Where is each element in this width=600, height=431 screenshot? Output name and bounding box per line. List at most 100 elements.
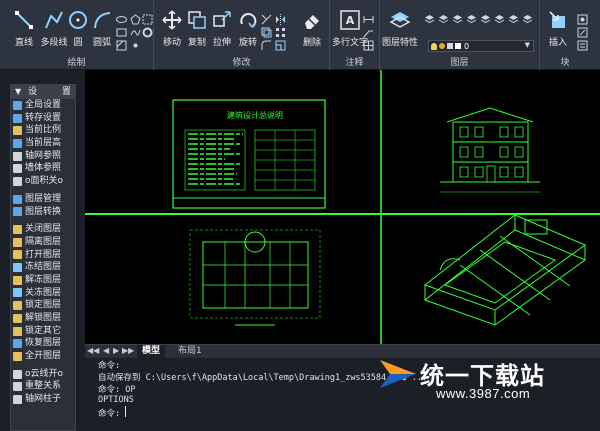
tab-next-icon[interactable]: ▶	[113, 346, 119, 355]
palette-item-label: 解锁图层	[25, 313, 62, 323]
palette-item[interactable]: 当前比例	[11, 124, 75, 137]
stretch-icon	[213, 11, 231, 27]
palette-item-label: 解冻图层	[25, 274, 62, 285]
insert-block-button[interactable]: 插入	[544, 10, 572, 48]
palette-item-label: 图层管理	[25, 193, 62, 204]
palette-item[interactable]: 锁定图层	[11, 299, 75, 312]
point-button[interactable]	[130, 40, 141, 51]
hatch-icon	[116, 40, 127, 51]
erase-button[interactable]: 删除	[298, 10, 326, 48]
ellipse-icon	[116, 16, 127, 23]
region-icon	[142, 14, 153, 25]
palette-item[interactable]: 关冻图层	[11, 287, 75, 300]
array-icon	[276, 28, 285, 37]
command-prompt: 命令:	[98, 409, 121, 419]
mirror-button[interactable]	[275, 14, 286, 25]
command-history-line: OPTIONS	[98, 395, 134, 405]
palette-item[interactable]: 隔离图层	[11, 236, 75, 249]
mtext-button[interactable]: A 多行文字	[332, 10, 368, 48]
palette-item[interactable]: 墙体参照	[11, 162, 75, 175]
layer-tool-8-button[interactable]	[522, 14, 533, 25]
block-edit-button[interactable]	[577, 27, 588, 38]
erase-label: 删除	[302, 38, 321, 48]
region-button[interactable]	[142, 14, 153, 25]
tab-model[interactable]: 模型	[137, 345, 166, 358]
layer-tool-6-button[interactable]	[494, 14, 505, 25]
tab-layout1[interactable]: 布局1	[173, 345, 207, 358]
panel-annotate: A 多行文字 注释	[330, 0, 380, 70]
ellipse-button[interactable]	[116, 14, 127, 25]
leader-button[interactable]	[363, 27, 374, 38]
command-history-line: 命令:	[98, 361, 121, 371]
table-button[interactable]	[363, 40, 374, 51]
drawing-canvas[interactable]: 建筑设计总说明	[85, 70, 600, 344]
palette-item[interactable]: 恢复图层	[11, 337, 75, 350]
block-create-button[interactable]	[577, 14, 588, 25]
block-attribute-button[interactable]	[577, 40, 588, 51]
trim-button[interactable]	[261, 14, 272, 25]
settings-icon	[13, 100, 22, 110]
layer-tool-4-button[interactable]	[466, 14, 477, 25]
current-layer-name: 0	[464, 41, 470, 51]
palette-item[interactable]: 转存设置	[11, 112, 75, 125]
tools-palette: ▼ 设 置 全局设置 转存设置 当前比例 当前层高 轴网参照 墙体参照 o面积关o 图层管理图…	[10, 84, 76, 431]
palette-item[interactable]: 轴网柱子	[11, 393, 75, 406]
column-icon	[13, 394, 22, 404]
fillet-button[interactable]	[261, 40, 272, 51]
palette-item[interactable]: o面积关o	[11, 175, 75, 188]
rectangle-button[interactable]	[116, 27, 127, 38]
palette-item[interactable]: 图层管理	[11, 193, 75, 206]
watermark-url: www.3987.com	[436, 386, 531, 401]
layer-tool-7-button[interactable]	[508, 14, 519, 25]
panel-annotate-title: 注释	[345, 58, 364, 68]
palette-item[interactable]: 图层转换	[11, 206, 75, 219]
palette-item-label: 恢复图层	[25, 338, 62, 349]
palette-item[interactable]: 关闭图层	[11, 223, 75, 236]
palette-item[interactable]: 轴网参照	[11, 150, 75, 163]
polygon-button[interactable]	[130, 14, 141, 25]
drawing-graphics: 建筑设计总说明	[85, 70, 600, 344]
layer-tool-3-button[interactable]	[452, 14, 463, 25]
area-icon	[13, 176, 22, 186]
tab-first-icon[interactable]: ◀◀	[87, 346, 99, 355]
palette-item[interactable]: 当前层高	[11, 137, 75, 150]
palette-item-label: 重整关系	[25, 381, 62, 392]
revcloud-icon	[13, 369, 22, 379]
layer-tool-2-button[interactable]	[438, 14, 449, 25]
layer-freeze-icon	[494, 15, 505, 24]
palette-item[interactable]: 冻结图层	[11, 261, 75, 274]
line-icon	[15, 11, 33, 29]
palette-item-label: 锁定其它	[25, 325, 62, 336]
palette-item[interactable]: o云线开o	[11, 368, 75, 381]
palette-item[interactable]: 全局设置	[11, 99, 75, 112]
palette-item[interactable]: 解锁图层	[11, 312, 75, 325]
hatch-button[interactable]	[116, 40, 127, 51]
tab-last-icon[interactable]: ▶▶	[122, 346, 134, 355]
spline-button[interactable]	[130, 27, 141, 38]
palette-item-label: 转存设置	[25, 112, 62, 123]
palette-item[interactable]: 打开图层	[11, 249, 75, 262]
palette-item[interactable]: 重整关系	[11, 380, 75, 393]
offset-button[interactable]	[261, 27, 272, 38]
lock-others-icon	[13, 326, 22, 336]
palette-arrow-icon: ▼	[15, 87, 23, 96]
palette-item[interactable]: 全开图层	[11, 350, 75, 363]
rotate-button[interactable]: 旋转	[234, 10, 262, 48]
layer-properties-button[interactable]: 图层特性	[382, 10, 418, 48]
palette-item[interactable]: 解冻图层	[11, 274, 75, 287]
palette-item-label: 冻结图层	[25, 262, 62, 273]
tab-prev-icon[interactable]: ◀	[103, 346, 109, 355]
arc-button[interactable]: 圆弧	[88, 10, 116, 48]
layer-tool-1-button[interactable]	[424, 14, 435, 25]
array-button[interactable]	[275, 27, 286, 38]
layer-dropdown[interactable]: 0 ▼	[428, 40, 534, 52]
scale-button[interactable]	[275, 40, 286, 51]
palette-item[interactable]: 锁定其它	[11, 325, 75, 338]
dimension-button[interactable]	[363, 14, 374, 25]
panel-draw-title: 绘制	[67, 58, 86, 68]
palette-item-label: 轴网参照	[25, 150, 62, 161]
palette-item-label: 墙体参照	[25, 163, 62, 174]
grid-icon	[13, 151, 22, 161]
trim-icon	[261, 14, 272, 25]
layer-tool-5-button[interactable]	[480, 14, 491, 25]
